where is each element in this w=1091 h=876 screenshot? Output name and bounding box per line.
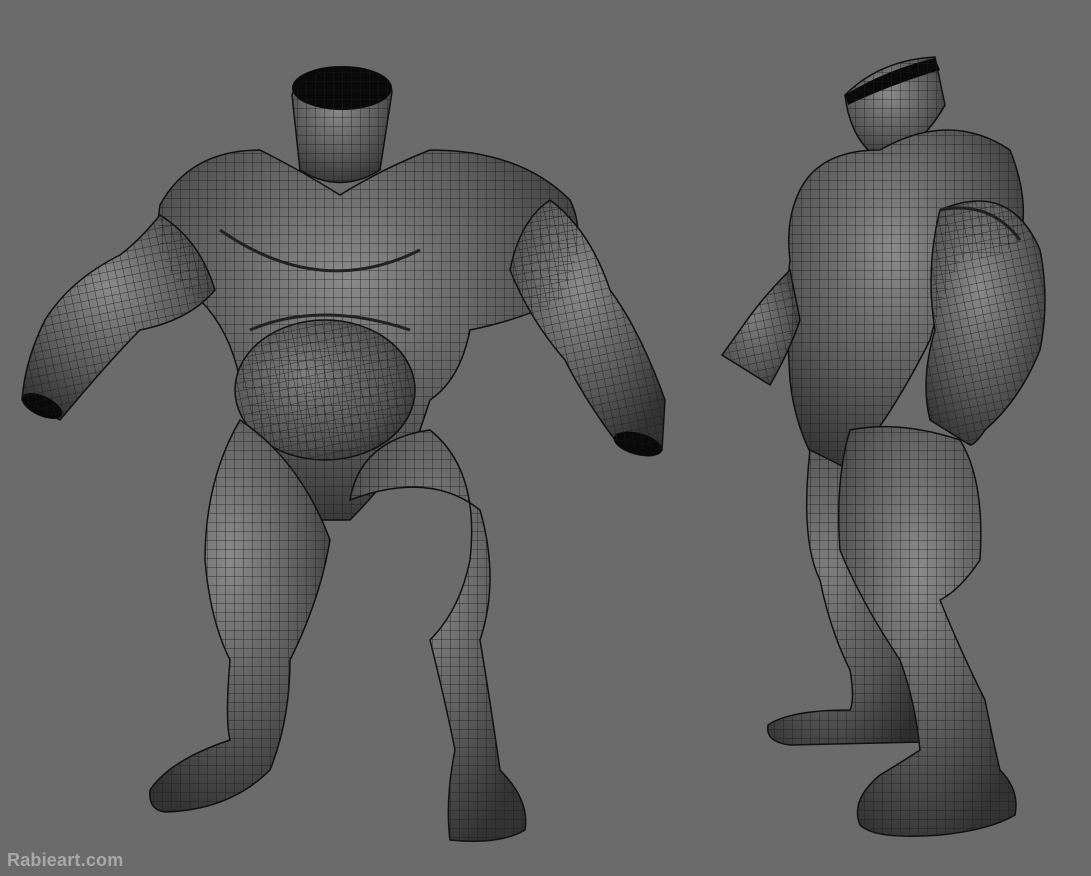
wireframe-render xyxy=(21,56,1046,842)
render-viewport: Rabieart.com xyxy=(0,0,1091,876)
watermark-text: Rabieart.com xyxy=(7,850,124,870)
front-figure xyxy=(21,66,666,842)
side-figure xyxy=(720,56,1046,837)
